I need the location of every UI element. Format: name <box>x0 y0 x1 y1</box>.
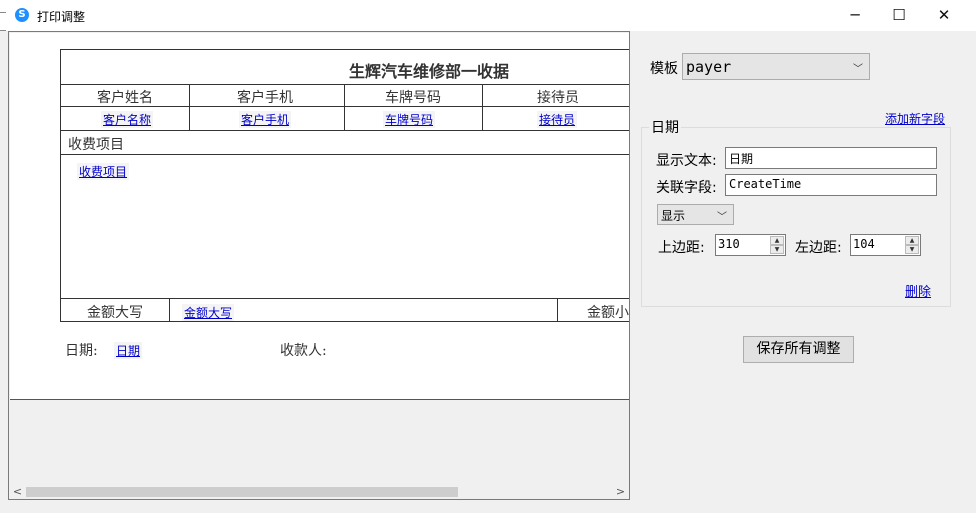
scroll-right-icon[interactable]: > <box>612 484 629 499</box>
top-margin-stepper[interactable]: 310 ▲ ▼ <box>715 234 786 256</box>
left-margin-label: 左边距: <box>795 240 842 256</box>
field-amount-upper[interactable]: 金额大写 <box>182 304 235 321</box>
left-margin-value: 104 <box>853 237 875 251</box>
delete-link[interactable]: 删除 <box>905 281 931 300</box>
chevron-down-icon: ﹀ <box>717 212 727 223</box>
save-all-button[interactable]: 保存所有调整 <box>743 336 854 363</box>
receipt-table: 生辉汽车维修部一收据 客户姓名 客户手机 车牌号码 接待员 客户名称 客户手机 … <box>60 49 629 322</box>
field-charge-items[interactable]: 收费项目 <box>77 163 130 180</box>
amount-upper-label: 金额大写 <box>87 305 143 321</box>
group-title: 日期 <box>649 117 681 137</box>
receipt-title: 生辉汽车维修部一收据 <box>349 62 510 81</box>
visibility-select[interactable]: 显示 ﹀ <box>657 204 734 225</box>
add-field-link[interactable]: 添加新字段 <box>885 110 945 127</box>
display-text-input[interactable]: 日期 <box>725 147 937 169</box>
amount-lower-label: 金额小 <box>587 305 629 321</box>
paper-canvas: 生辉汽车维修部一收据 客户姓名 客户手机 车牌号码 接待员 客户名称 客户手机 … <box>10 33 629 400</box>
template-select-value: payer <box>686 58 732 76</box>
background-window-edge <box>0 12 6 13</box>
field-customer-name[interactable]: 客户名称 <box>101 111 154 128</box>
template-label: 模板 <box>650 61 678 77</box>
window-title: 打印调整 <box>37 10 86 24</box>
visibility-select-value: 显示 <box>661 209 686 223</box>
column-header-customer-name: 客户姓名 <box>97 90 153 106</box>
horizontal-scrollbar[interactable]: < > <box>9 484 629 499</box>
linked-field-label: 关联字段: <box>656 180 717 196</box>
increment-icon[interactable]: ▲ <box>770 236 784 245</box>
app-icon: S <box>15 8 29 22</box>
close-button[interactable]: ✕ <box>921 0 967 31</box>
title-bar: S 打印调整 ─ ☐ ✕ <box>0 0 976 31</box>
column-header-customer-phone: 客户手机 <box>237 90 293 106</box>
date-label: 日期: <box>65 343 98 359</box>
field-customer-phone[interactable]: 客户手机 <box>239 111 292 128</box>
maximize-button[interactable]: ☐ <box>876 0 922 31</box>
decrement-icon[interactable]: ▼ <box>770 245 784 254</box>
background-window-edge <box>0 30 6 31</box>
linked-field-input[interactable]: CreateTime <box>725 174 937 196</box>
field-date[interactable]: 日期 <box>114 342 143 359</box>
minimize-button[interactable]: ─ <box>832 0 878 31</box>
scroll-thumb[interactable] <box>26 487 458 497</box>
increment-icon[interactable]: ▲ <box>905 236 919 245</box>
template-select[interactable]: payer ﹀ <box>682 53 870 80</box>
top-margin-value: 310 <box>718 237 740 251</box>
left-margin-stepper[interactable]: 104 ▲ ▼ <box>850 234 921 256</box>
display-text-label: 显示文本: <box>656 153 717 169</box>
print-preview-panel: 生辉汽车维修部一收据 客户姓名 客户手机 车牌号码 接待员 客户名称 客户手机 … <box>8 31 630 500</box>
field-receptionist[interactable]: 接待员 <box>537 111 578 128</box>
top-margin-label: 上边距: <box>658 240 705 256</box>
scroll-left-icon[interactable]: < <box>9 484 26 499</box>
column-header-plate-number: 车牌号码 <box>385 90 441 106</box>
payee-label: 收款人: <box>280 343 327 359</box>
chevron-down-icon: ﹀ <box>853 64 863 75</box>
field-plate-number[interactable]: 车牌号码 <box>383 111 436 128</box>
column-header-receptionist: 接待员 <box>537 90 579 106</box>
items-header: 收费项目 <box>68 137 124 153</box>
decrement-icon[interactable]: ▼ <box>905 245 919 254</box>
